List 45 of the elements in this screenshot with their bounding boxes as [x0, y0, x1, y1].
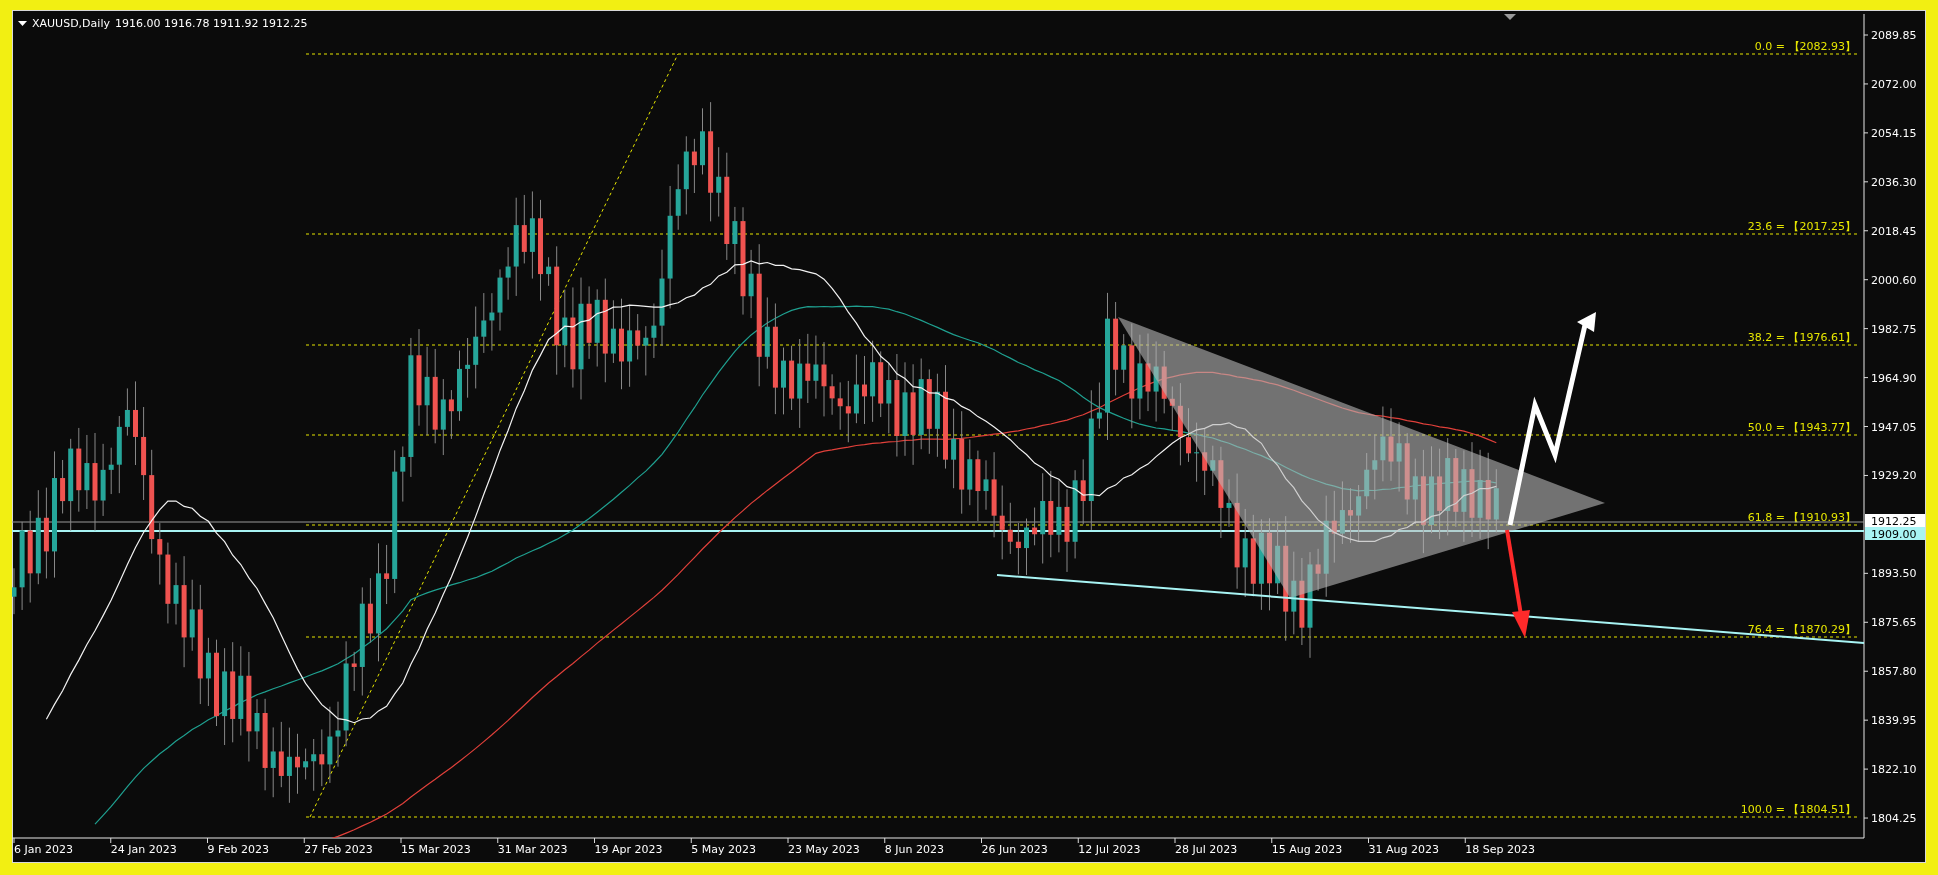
time-axis-label: 5 May 2023	[691, 843, 756, 856]
fibonacci-level-label: 61.8 = 【1910.93】	[1747, 511, 1856, 524]
price-axis-label: 2072.00	[1871, 77, 1917, 91]
price-axis-label: 1929.20	[1871, 469, 1917, 483]
time-axis-label: 15 Mar 2023	[401, 843, 471, 856]
price-axis-label: 1947.05	[1871, 420, 1917, 434]
price-axis-label: 1857.80	[1871, 665, 1917, 679]
fibonacci-level-label: 76.4 = 【1870.29】	[1747, 623, 1856, 636]
shift-marker-icon	[1504, 14, 1516, 20]
symbol-label: XAUUSD,Daily	[32, 17, 110, 30]
time-axis-label: 9 Feb 2023	[207, 843, 269, 856]
fibonacci-level-label: 23.6 = 【2017.25】	[1747, 220, 1856, 233]
time-axis-label: 8 Jun 2023	[884, 843, 944, 856]
time-axis-label: 28 Jul 2023	[1175, 843, 1238, 856]
time-axis-label: 18 Sep 2023	[1465, 843, 1535, 856]
time-axis-label: 12 Jul 2023	[1078, 843, 1141, 856]
price-axis-label: 1893.50	[1871, 567, 1917, 581]
price-axis-label: 2018.45	[1871, 224, 1917, 238]
time-axis-label: 24 Jan 2023	[110, 843, 177, 856]
price-axis-label: 2089.85	[1871, 29, 1917, 42]
price-axis-label: 1822.10	[1871, 763, 1917, 777]
price-axis-label: 1875.65	[1871, 616, 1917, 630]
price-axis-label: 1839.95	[1871, 714, 1917, 728]
price-axis-label: 2000.60	[1871, 273, 1917, 287]
ohlc-values: 1916.00 1916.78 1911.92 1912.25	[115, 17, 308, 30]
time-axis-label: 19 Apr 2023	[594, 843, 663, 856]
price-axis-label: 2036.30	[1871, 175, 1917, 189]
time-axis-label: 31 Aug 2023	[1368, 843, 1439, 856]
current-price-badge: 1912.25	[1865, 514, 1925, 528]
time-axis-label: 23 May 2023	[788, 843, 860, 856]
time-axis-label: 26 Jun 2023	[981, 843, 1048, 856]
time-axis-label: 27 Feb 2023	[304, 843, 373, 856]
fibonacci-level-label: 38.2 = 【1976.61】	[1747, 331, 1856, 344]
time-axis-label: 6 Jan 2023	[14, 843, 73, 856]
dropdown-icon[interactable]	[18, 21, 27, 26]
price-axis-label: 1964.90	[1871, 371, 1917, 385]
fibonacci-level-label: 0.0 = 【2082.93】	[1754, 40, 1856, 53]
level-price-badge: 1909.00	[1865, 527, 1925, 541]
fibonacci-level-label: 100.0 = 【1804.51】	[1740, 803, 1856, 816]
price-axis-label: 2054.15	[1871, 126, 1917, 140]
fibonacci-level-label: 50.0 = 【1943.77】	[1747, 421, 1856, 434]
price-axis-label: 1982.75	[1871, 322, 1917, 336]
price-axis-label: 1804.25	[1871, 812, 1917, 826]
time-axis-label: 31 Mar 2023	[497, 843, 568, 856]
time-axis-label: 15 Aug 2023	[1271, 843, 1343, 856]
